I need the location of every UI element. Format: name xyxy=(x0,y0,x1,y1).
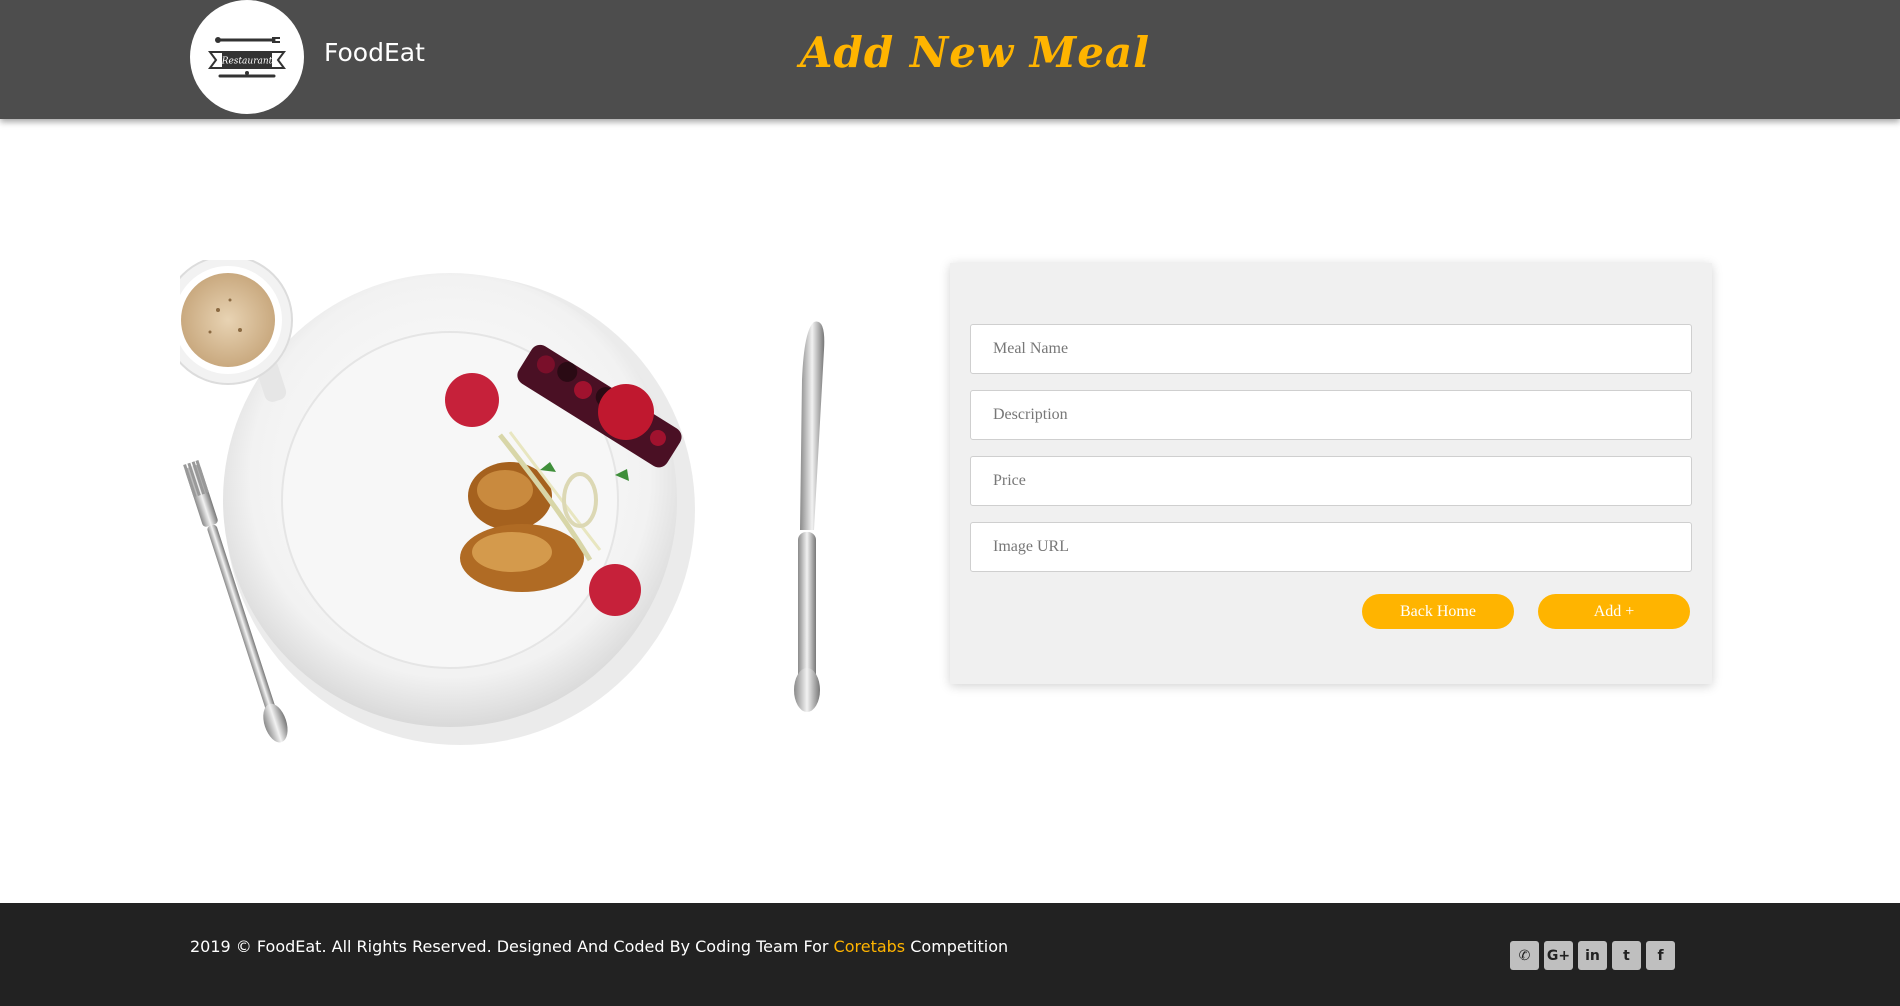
copyright-text: 2019 © FoodEat. All Rights Reserved. Des… xyxy=(190,937,1008,956)
knife xyxy=(794,321,825,712)
coretabs-link[interactable]: Coretabs xyxy=(834,937,906,956)
facebook-icon[interactable]: f xyxy=(1646,941,1675,970)
add-meal-button[interactable]: Add + xyxy=(1538,594,1690,629)
copyright-prefix: 2019 © FoodEat. All Rights Reserved. Des… xyxy=(190,937,834,956)
coffee-cup xyxy=(180,260,293,402)
page-footer: 2019 © FoodEat. All Rights Reserved. Des… xyxy=(0,903,1900,1006)
price-input[interactable] xyxy=(970,456,1692,506)
add-meal-form: Back Home Add + xyxy=(950,263,1712,684)
meal-plate-illustration xyxy=(180,260,825,745)
google-plus-icon[interactable]: G+ xyxy=(1544,941,1573,970)
page-title: Add New Meal xyxy=(799,28,1151,77)
image-url-input[interactable] xyxy=(970,522,1692,572)
social-links: ✆ G+ in t f xyxy=(1510,941,1675,970)
copyright-suffix: Competition xyxy=(905,937,1009,956)
twitter-icon[interactable]: t xyxy=(1612,941,1641,970)
linkedin-icon[interactable]: in xyxy=(1578,941,1607,970)
back-home-button[interactable]: Back Home xyxy=(1362,594,1514,629)
description-input[interactable] xyxy=(970,390,1692,440)
phone-icon[interactable]: ✆ xyxy=(1510,941,1539,970)
meal-name-input[interactable] xyxy=(970,324,1692,374)
top-header: Restaurant FoodEat Add New Meal xyxy=(0,0,1900,119)
